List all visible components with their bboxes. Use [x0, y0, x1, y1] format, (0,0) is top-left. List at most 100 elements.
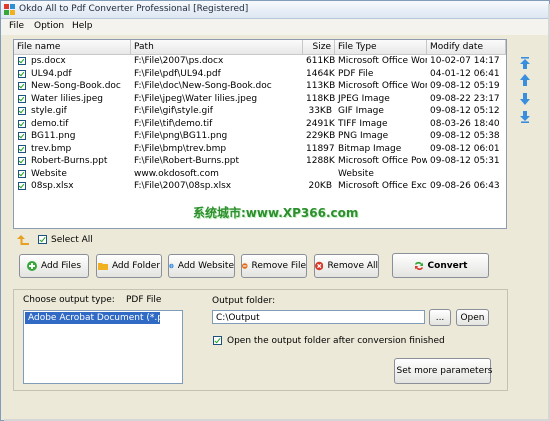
- open-after-checkbox[interactable]: [213, 336, 222, 345]
- row-checkbox[interactable]: [18, 69, 26, 78]
- cell-type: Bitmap Image: [338, 143, 402, 154]
- select-all-checkbox[interactable]: [38, 235, 47, 244]
- output-type-list[interactable]: Adobe Acrobat Document (*.pdf): [23, 310, 183, 384]
- col-path[interactable]: Path: [131, 40, 303, 54]
- browse-button[interactable]: ...: [429, 309, 451, 326]
- output-folder-field[interactable]: C:\Output: [212, 310, 425, 324]
- cell-size: 113KB: [306, 81, 335, 91]
- menu-file[interactable]: File: [9, 21, 24, 31]
- cell-path: F:\File\doc\New-Song-Book.doc: [134, 81, 272, 91]
- set-parameters-button[interactable]: Set more parameters: [394, 358, 493, 384]
- up-level-icon[interactable]: [17, 234, 31, 246]
- cell-path: F:\File\2007\08sp.xlsx: [134, 181, 232, 191]
- table-row[interactable]: trev.bmp F:\File\bmp\trev.bmp 11897KBBitma…: [14, 143, 506, 156]
- row-checkbox[interactable]: [18, 132, 26, 140]
- globe-icon: [169, 263, 174, 269]
- table-row[interactable]: ps.docx F:\File\2007\ps.docx 611KB Microsof…: [14, 55, 506, 68]
- output-type-label: Choose output type:: [23, 295, 115, 305]
- table-row[interactable]: Robert-Burns.ppt F:\File\Robert-Burns.ppt…: [14, 155, 506, 168]
- row-checkbox[interactable]: [18, 82, 26, 90]
- convert-icon: [414, 261, 423, 270]
- convert-button[interactable]: Convert: [392, 253, 489, 278]
- move-up-icon[interactable]: [519, 74, 531, 86]
- cell-size: 2491KB: [306, 118, 335, 129]
- move-down-icon[interactable]: [519, 93, 531, 105]
- col-modify-date[interactable]: Modify date: [427, 40, 506, 54]
- row-checkbox[interactable]: [18, 144, 26, 153]
- output-type-option[interactable]: Adobe Acrobat Document (*.pdf): [25, 312, 175, 324]
- col-file-type[interactable]: File Type: [335, 40, 427, 54]
- remove-icon: [242, 263, 248, 269]
- remove-all-label: Remove All: [327, 261, 378, 271]
- row-checkbox[interactable]: [18, 169, 26, 178]
- cell-date: [427, 168, 506, 181]
- remove-file-label: Remove File: [251, 261, 306, 271]
- cell-size: 118KB: [306, 93, 335, 104]
- cell-date: 09-08-12 06:01: [430, 143, 500, 154]
- row-checkbox[interactable]: [18, 157, 26, 165]
- cell-type: Microsoft Office PowerP...: [338, 156, 427, 166]
- cell-name: ps.docx: [31, 56, 66, 66]
- cell-path: F:\File\Robert-Burns.ppt: [134, 156, 240, 166]
- cell-size: 33KB: [308, 106, 332, 116]
- cell-type: Microsoft Office Excel W...: [338, 181, 427, 191]
- menu-option[interactable]: Option: [34, 21, 64, 31]
- table-row[interactable]: demo.tif F:\File\tif\demo.tif 2491KBTIFF I…: [14, 118, 506, 131]
- cell-size: 611KB: [306, 56, 335, 66]
- cell-path: F:\File\2007\ps.docx: [134, 56, 224, 66]
- remove-all-button[interactable]: Remove All: [314, 254, 379, 278]
- row-checkbox[interactable]: [18, 107, 26, 115]
- cell-name: Water lilies.jpeg: [31, 93, 104, 104]
- cell-name: trev.bmp: [31, 143, 72, 154]
- cell-path: www.okdosoft.com: [134, 168, 219, 179]
- table-row[interactable]: UL94.pdf F:\File\pdf\UL94.pdf 1464KBPDF Fi…: [14, 68, 506, 81]
- col-size[interactable]: Size: [303, 40, 335, 54]
- cell-size: 229KB: [306, 131, 335, 141]
- add-files-button[interactable]: Add Files: [19, 254, 89, 278]
- table-row[interactable]: Website www.okdosoft.com Website: [14, 168, 506, 181]
- table-row[interactable]: Water lilies.jpeg F:\File\jpeg\Water lili…: [14, 93, 506, 106]
- open-folder-button[interactable]: Open: [456, 309, 489, 326]
- cell-name: Robert-Burns.ppt: [31, 156, 108, 166]
- cell-name: BG11.png: [31, 131, 76, 141]
- cell-date: 10-02-07 14:17: [430, 56, 500, 66]
- row-checkbox[interactable]: [18, 119, 26, 128]
- cell-size: 1464KB: [306, 68, 335, 79]
- col-file-name[interactable]: File name: [14, 40, 131, 54]
- cell-name: Website: [31, 168, 67, 179]
- move-bottom-icon[interactable]: [519, 111, 531, 123]
- row-checkbox[interactable]: [18, 182, 26, 190]
- cell-size: 20KB: [308, 181, 332, 191]
- add-website-button[interactable]: Add Website: [168, 254, 235, 278]
- file-list[interactable]: File name Path Size File Type Modify dat…: [13, 39, 507, 229]
- cell-date: 09-08-26 06:43: [430, 181, 500, 191]
- menu-bar: File Option Help: [1, 19, 549, 35]
- menu-help[interactable]: Help: [72, 21, 93, 31]
- cell-size: 1288KB: [306, 156, 335, 166]
- cell-type: JPEG Image: [338, 93, 390, 104]
- cell-type: PNG Image: [338, 131, 389, 141]
- folder-icon: [97, 263, 108, 270]
- output-type-value: PDF File: [126, 295, 162, 305]
- cell-date: 09-08-22 23:17: [430, 93, 500, 104]
- cell-type: Website: [338, 168, 374, 179]
- move-top-icon[interactable]: [519, 57, 531, 69]
- select-all-label: Select All: [51, 235, 93, 245]
- add-folder-label: Add Folder: [111, 261, 161, 271]
- cell-type: PDF File: [338, 68, 374, 79]
- cell-date: 09-08-12 05:31: [430, 156, 500, 166]
- table-row[interactable]: style.gif F:\File\gif\style.gif 33KB GIF Im…: [14, 105, 506, 118]
- cell-name: 08sp.xlsx: [31, 181, 74, 191]
- cell-date: 08-03-26 18:40: [430, 118, 500, 129]
- table-row[interactable]: New-Song-Book.doc F:\File\doc\New-Song-Bo…: [14, 80, 506, 93]
- table-row[interactable]: 08sp.xlsx F:\File\2007\08sp.xlsx 20KB Micro…: [14, 180, 506, 193]
- row-checkbox[interactable]: [18, 57, 26, 65]
- cell-date: 09-08-12 05:38: [430, 131, 500, 141]
- table-row[interactable]: BG11.png F:\File\png\BG11.png 229KB PNG Ima…: [14, 130, 506, 143]
- add-folder-button[interactable]: Add Folder: [96, 254, 162, 278]
- title-bar: Okdo All to Pdf Converter Professional […: [1, 1, 549, 19]
- row-checkbox[interactable]: [18, 94, 26, 103]
- app-icon: [4, 4, 15, 15]
- remove-file-button[interactable]: Remove File: [241, 254, 307, 278]
- set-parameters-label: Set more parameters: [396, 366, 493, 376]
